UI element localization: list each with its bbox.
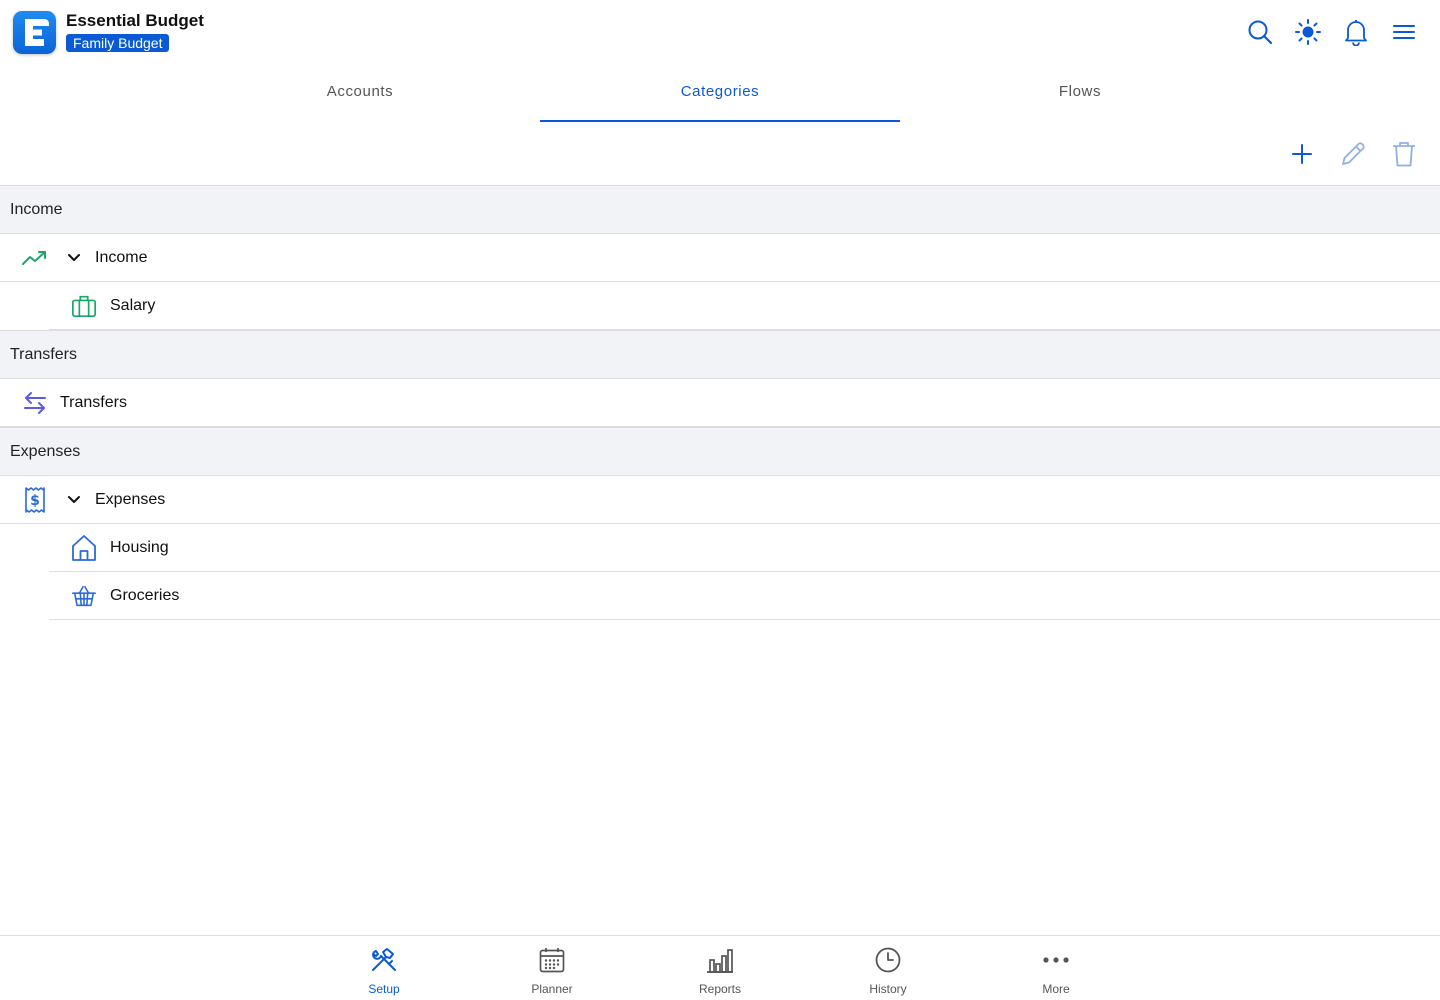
- receipt-icon: $: [22, 487, 48, 513]
- category-label: Salary: [110, 297, 156, 314]
- bar-chart-icon: [670, 946, 770, 974]
- trash-icon: [1393, 142, 1415, 167]
- budget-name-badge[interactable]: Family Budget: [66, 34, 170, 52]
- delete-category-button[interactable]: [1386, 136, 1422, 172]
- category-row-income[interactable]: Income: [0, 234, 1440, 282]
- add-category-button[interactable]: [1284, 136, 1320, 172]
- category-row-groceries[interactable]: Groceries: [49, 572, 1440, 620]
- chevron-down-icon[interactable]: [66, 250, 82, 266]
- nav-label: Planner: [531, 982, 573, 996]
- category-row-transfers[interactable]: Transfers: [0, 379, 1440, 427]
- bell-icon[interactable]: [1340, 16, 1372, 48]
- section-header-income: Income: [0, 185, 1440, 234]
- category-label: Income: [95, 249, 148, 266]
- nav-setup[interactable]: Setup: [334, 946, 434, 996]
- category-label: Groceries: [110, 587, 180, 604]
- nav-history[interactable]: History: [838, 946, 938, 996]
- edit-category-button[interactable]: [1335, 136, 1371, 172]
- logo-e-icon: [25, 19, 49, 46]
- nav-planner[interactable]: Planner: [502, 946, 602, 996]
- search-icon[interactable]: [1244, 16, 1276, 48]
- category-label: Housing: [110, 539, 169, 556]
- category-list: Income Income Salary Transfers Transfers…: [0, 185, 1440, 620]
- nav-label: History: [869, 982, 907, 996]
- tools-icon: [334, 946, 434, 974]
- transfer-arrows-icon: [22, 390, 48, 416]
- trending-up-icon: [22, 245, 48, 271]
- nav-reports[interactable]: Reports: [670, 946, 770, 996]
- category-label: Expenses: [95, 491, 166, 508]
- header: Essential Budget Family Budget: [0, 0, 1440, 66]
- pencil-icon: [1342, 142, 1365, 165]
- plus-icon: [1292, 144, 1312, 164]
- briefcase-icon: [71, 293, 97, 319]
- nav-label: More: [1042, 982, 1070, 996]
- app-logo: [13, 11, 56, 54]
- category-row-expenses[interactable]: $ Expenses: [0, 476, 1440, 524]
- category-row-housing[interactable]: Housing: [49, 524, 1440, 572]
- menu-icon[interactable]: [1388, 16, 1420, 48]
- basket-icon: [71, 583, 97, 609]
- clock-icon: [838, 946, 938, 974]
- category-row-salary[interactable]: Salary: [49, 282, 1440, 330]
- nav-label: Setup: [368, 982, 400, 996]
- tab-flows[interactable]: Flows: [900, 66, 1260, 122]
- section-header-transfers: Transfers: [0, 330, 1440, 379]
- app-title: Essential Budget: [66, 11, 204, 30]
- section-header-expenses: Expenses: [0, 427, 1440, 476]
- house-icon: [71, 535, 97, 561]
- calendar-icon: [502, 946, 602, 974]
- view-tabs: Accounts Categories Flows: [180, 66, 1260, 122]
- brightness-icon[interactable]: [1292, 16, 1324, 48]
- svg-text:$: $: [30, 493, 40, 509]
- bottom-nav: Setup Planner Reports History More: [0, 935, 1440, 1000]
- nav-label: Reports: [698, 982, 742, 996]
- more-dots-icon: [1006, 946, 1106, 974]
- app-root: Essential Budget Family Budget Accounts …: [0, 0, 1440, 1000]
- category-label: Transfers: [60, 394, 127, 411]
- nav-more[interactable]: More: [1006, 946, 1106, 996]
- tab-accounts[interactable]: Accounts: [180, 66, 540, 122]
- tab-categories[interactable]: Categories: [540, 66, 900, 122]
- chevron-down-icon[interactable]: [66, 492, 82, 508]
